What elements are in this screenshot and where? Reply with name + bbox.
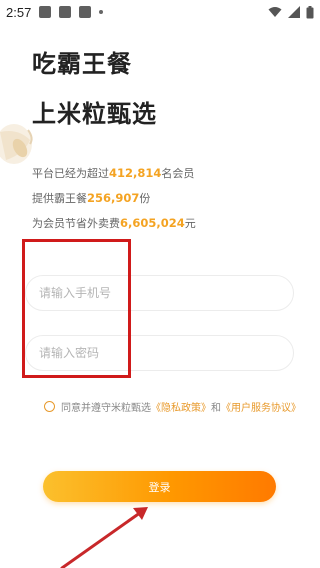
status-bar: 2:57	[0, 0, 320, 24]
status-right	[268, 5, 314, 19]
page-title-line1: 吃霸王餐	[32, 50, 132, 78]
privacy-policy-link[interactable]: 《隐私政策》	[151, 403, 211, 414]
gallery-notification-icon	[39, 6, 52, 18]
stat-savings-suffix: 元	[184, 217, 196, 230]
app-notification-icon-2	[79, 6, 92, 18]
annotation-highlight-box	[22, 239, 131, 378]
agreement-checkbox[interactable]	[44, 401, 55, 412]
stat-savings-value: 6,605,024	[120, 216, 185, 230]
agreement-prefix: 同意并遵守米粒甄选	[61, 403, 151, 414]
more-notifications-icon	[99, 10, 104, 14]
stat-meals: 提供霸王餐256,907份	[32, 190, 150, 206]
app-notification-icon	[59, 6, 72, 18]
wifi-icon	[268, 7, 282, 17]
stat-meals-suffix: 份	[139, 192, 151, 205]
stat-savings-prefix: 为会员节省外卖费	[32, 217, 120, 230]
stat-meals-value: 256,907	[87, 191, 140, 205]
agreement-row: 同意并遵守米粒甄选《隐私政策》和《用户服务协议》	[44, 399, 301, 414]
page-title-line2: 上米粒甄选	[32, 100, 157, 128]
terms-of-service-link[interactable]: 《用户服务协议》	[221, 403, 301, 414]
agreement-and: 和	[211, 403, 221, 414]
agreement-text: 同意并遵守米粒甄选《隐私政策》和《用户服务协议》	[61, 399, 301, 414]
status-time: 2:57	[6, 4, 32, 20]
stat-members: 平台已经为超过412,814名会员	[32, 165, 194, 181]
status-left: 2:57	[6, 4, 104, 20]
stat-members-value: 412,814	[109, 166, 162, 180]
battery-icon	[306, 5, 314, 18]
signal-icon	[288, 6, 300, 18]
stat-meals-prefix: 提供霸王餐	[32, 192, 87, 205]
stat-members-prefix: 平台已经为超过	[32, 167, 109, 180]
stat-members-suffix: 名会员	[161, 167, 195, 180]
login-button[interactable]: 登录	[43, 471, 276, 502]
annotation-arrow-icon	[60, 507, 148, 568]
stat-savings: 为会员节省外卖费6,605,024元	[32, 215, 196, 231]
